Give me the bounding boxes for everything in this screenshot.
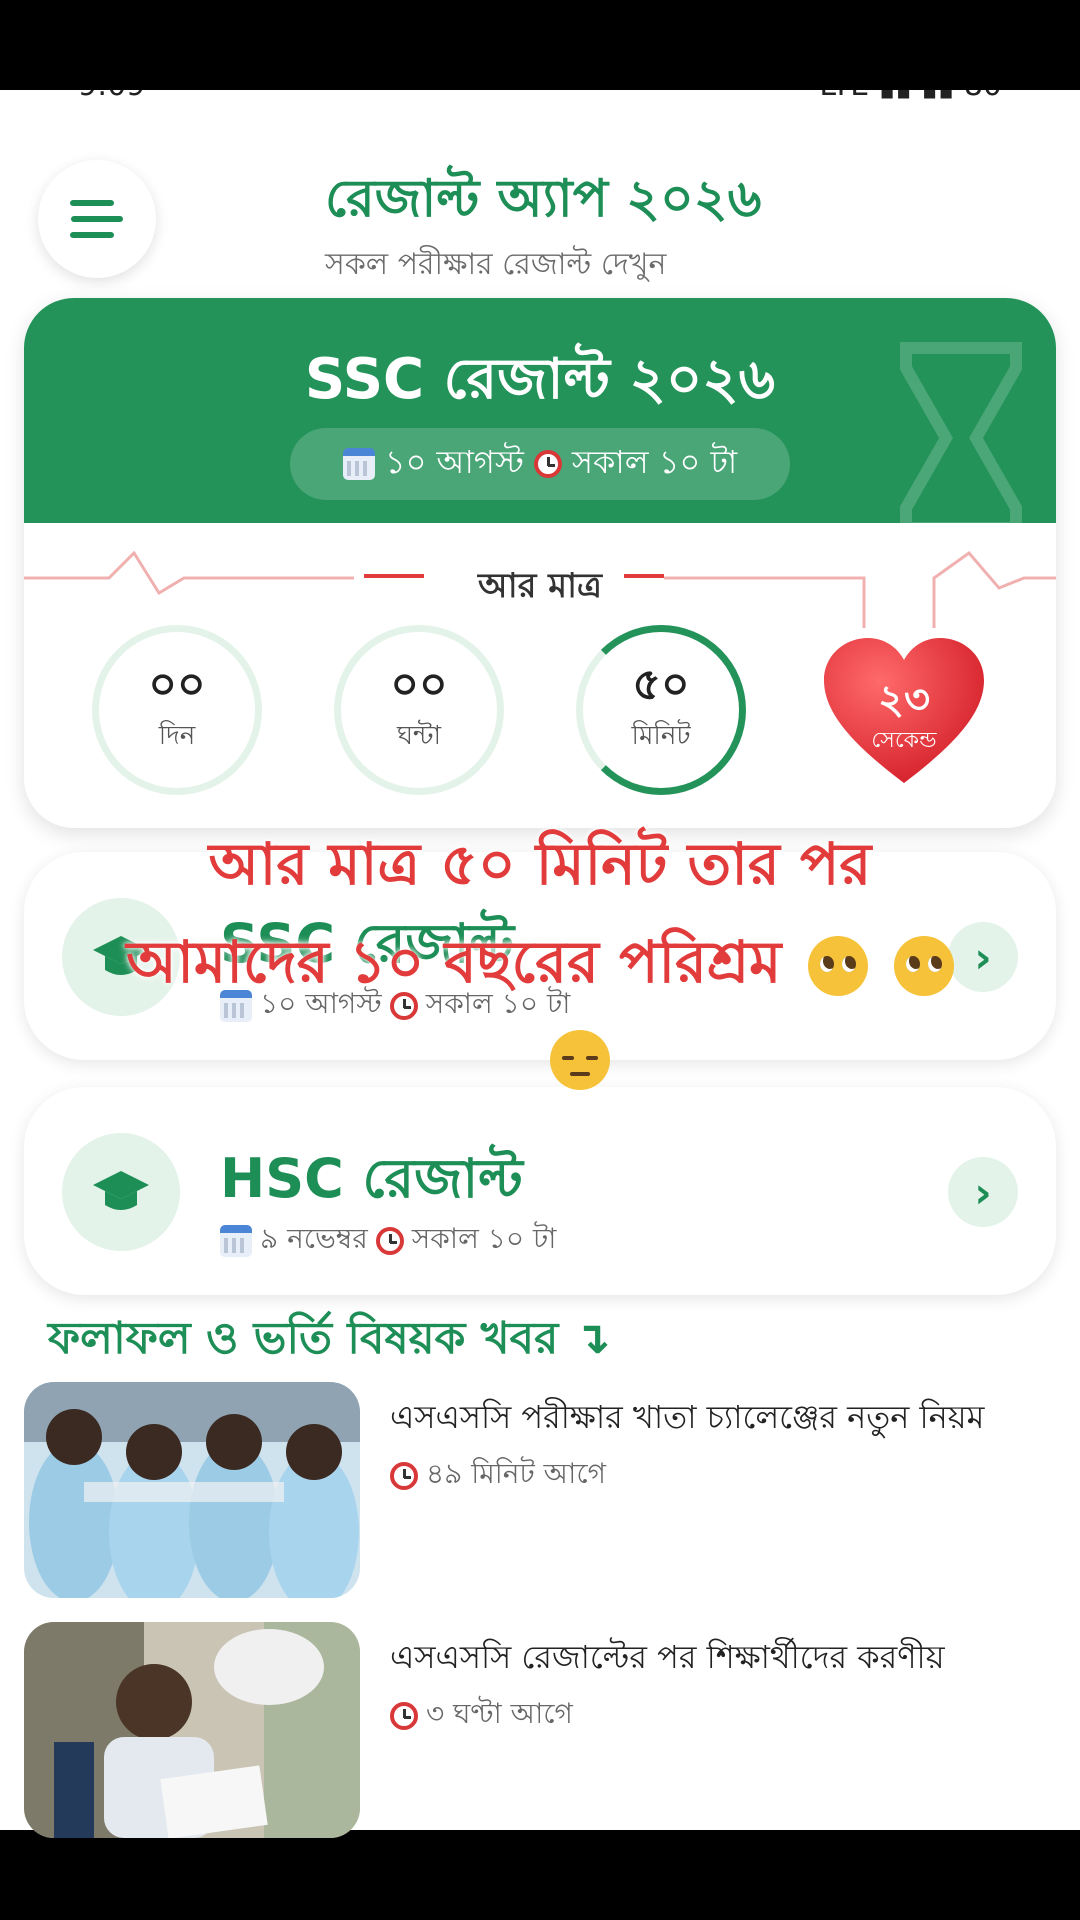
hero-title: SSC রেজাল্ট ২০২৬ <box>304 347 776 412</box>
clock-icon <box>390 1461 418 1490</box>
counter-label: দিন <box>158 721 196 752</box>
card-title: HSC রেজাল্ট <box>220 1147 523 1210</box>
counter-label: সেকেন্ড <box>871 728 937 753</box>
app-title: রেজাল্ট অ্যাপ ২০২৬ <box>325 169 762 229</box>
counter-days: ০০ দিন <box>92 625 262 795</box>
overlay-caption-text: আমাদের ১০ বছরের পরিশ্রম <box>126 928 782 996</box>
counter-label: ঘন্টা <box>396 721 442 752</box>
pensive-face-icon <box>550 1030 610 1090</box>
status-time: 9:09 <box>78 90 145 103</box>
hero-date: ১০ আগস্ট <box>384 443 524 481</box>
news-timestamp: ৪৯ মিনিট আগে <box>390 1452 606 1499</box>
clock-icon <box>390 1701 418 1730</box>
graduation-cap-icon <box>93 1171 149 1210</box>
news-time-text: ৪৯ মিনিট আগে <box>426 1457 606 1490</box>
counter-value: ০০ <box>390 658 448 710</box>
countdown-card: SSC রেজাল্ট ২০২৬ ১০ আগস্ট সকাল ১০ টা আর … <box>24 298 1056 828</box>
news-title: এসএসসি রেজাল্টের পর শিক্ষার্থীদের করণীয় <box>390 1638 945 1676</box>
countdown-label: আর মাত্র <box>478 566 602 606</box>
news-title: এসএসসি পরীক্ষার খাতা চ্যালেঞ্জের নতুন নি… <box>390 1398 985 1436</box>
news-thumbnail <box>24 1382 360 1598</box>
card-time: সকাল ১০ টা <box>411 1222 557 1255</box>
clock-icon <box>375 1226 404 1255</box>
hero-time: সকাল ১০ টা <box>571 443 738 481</box>
news-item[interactable]: এসএসসি রেজাল্টের পর শিক্ষার্থীদের করণীয়… <box>24 1622 1056 1842</box>
card-schedule: ৯ নভেম্বর সকাল ১০ টা <box>220 1217 556 1264</box>
news-section-heading: ফলাফল ও ভর্তি বিষয়ক খবর ↴ <box>48 1313 611 1364</box>
status-indicators: LTE ▮▮ ▮▮ 80 <box>819 90 1002 103</box>
hero-date-pill: ১০ আগস্ট সকাল ১০ টা <box>290 428 790 500</box>
overlay-caption-line2: আমাদের ১০ বছরের পরিশ্রম <box>0 918 1080 1015</box>
counter-minutes: ৫০ মিনিট <box>576 625 746 795</box>
counter-seconds: ২৩ সেকেন্ড <box>824 638 984 788</box>
news-item[interactable]: এসএসসি পরীক্ষার খাতা চ্যালেঞ্জের নতুন নি… <box>24 1382 1056 1602</box>
menu-icon <box>70 200 114 206</box>
app-subtitle: সকল পরীক্ষার রেজাল্ট দেখুন <box>325 247 667 282</box>
counter-label: মিনিট <box>631 721 691 752</box>
news-thumbnail <box>24 1622 360 1838</box>
counter-hours: ০০ ঘন্টা <box>334 625 504 795</box>
clock-icon <box>533 450 562 478</box>
status-bar: 9:09 LTE ▮▮ ▮▮ 80 <box>0 90 1080 104</box>
news-time-text: ৩ ঘণ্টা আগে <box>426 1697 573 1730</box>
counter-value: ০০ <box>148 658 206 710</box>
pleading-face-icon <box>807 935 868 996</box>
calendar-icon <box>342 448 375 480</box>
card-date: ৯ নভেম্বর <box>260 1222 368 1255</box>
news-timestamp: ৩ ঘণ্টা আগে <box>390 1692 573 1739</box>
countdown-header: SSC রেজাল্ট ২০২৬ ১০ আগস্ট সকাল ১০ টা <box>24 298 1056 523</box>
pleading-face-icon <box>893 935 954 996</box>
counter-value: ৫০ <box>632 658 690 710</box>
overlay-caption-line1: আর মাত্র ৫০ মিনিট তার পর <box>208 830 872 898</box>
chevron-right-icon[interactable]: › <box>948 1157 1018 1227</box>
hsc-result-card[interactable]: HSC রেজাল্ট ৯ নভেম্বর সকাল ১০ টা › <box>24 1087 1056 1295</box>
menu-button[interactable] <box>38 160 156 278</box>
calendar-icon <box>220 1224 252 1257</box>
